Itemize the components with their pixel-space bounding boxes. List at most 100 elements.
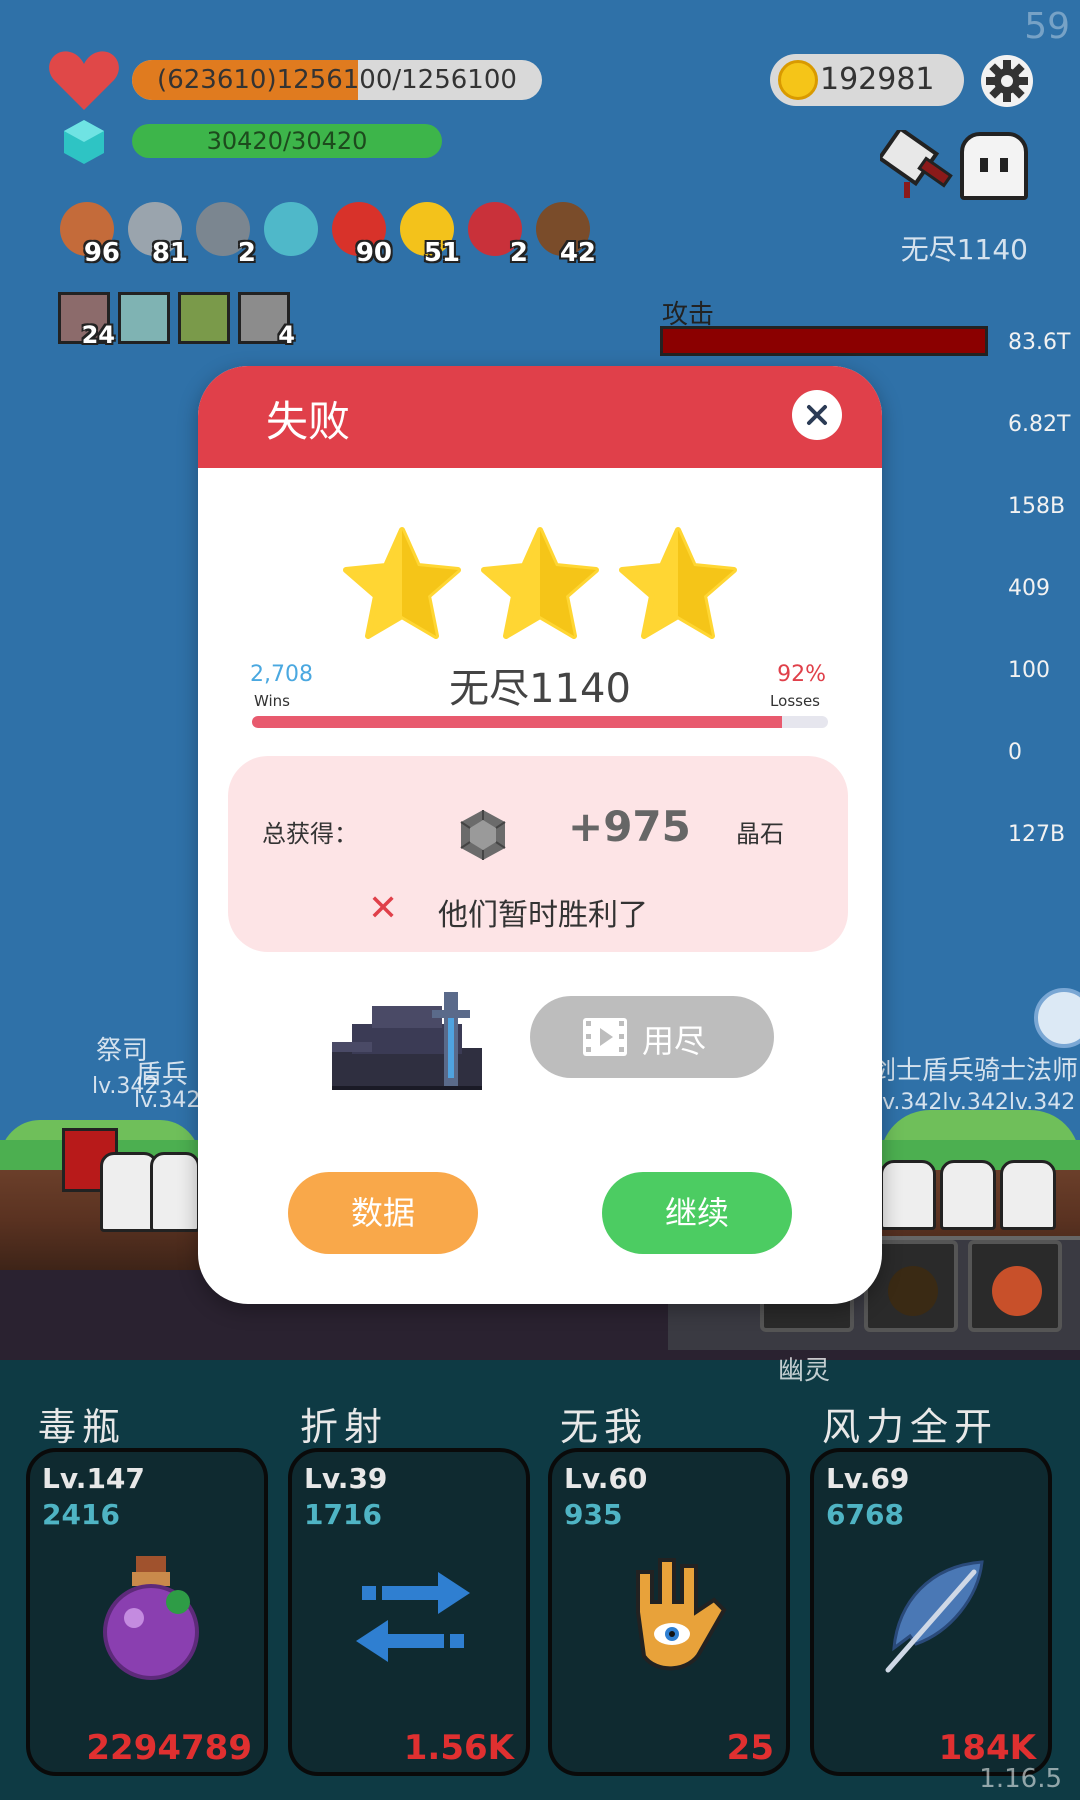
health-bar: (623610)1256100/1256100: [132, 60, 542, 100]
cleaver-icon[interactable]: [880, 130, 960, 202]
star-icon: [619, 527, 737, 639]
skill-card[interactable]: Lv.69 6768 184K: [810, 1448, 1052, 1776]
coin-icon: [778, 60, 818, 100]
enemy-unit-names: 剑士盾兵骑士法师: [870, 1056, 1079, 1086]
result-text: 他们暂时胜利了: [438, 898, 648, 933]
skill-card[interactable]: Lv.147 2416 2294789: [26, 1448, 268, 1776]
heart-icon: [49, 51, 119, 110]
skill-upgrade-cost: 184K: [938, 1728, 1036, 1768]
skill-name: 无我: [560, 1405, 649, 1449]
hamsa-hand-icon: [608, 1552, 738, 1682]
data-button[interactable]: 数据: [288, 1172, 478, 1254]
coin-counter: 192981: [770, 54, 964, 106]
reward-unit: 晶石: [736, 820, 784, 848]
close-icon: [807, 405, 827, 425]
close-button[interactable]: [792, 390, 842, 440]
item-count: 90: [355, 238, 392, 268]
skill-upgrade-cost: 1.56K: [403, 1728, 514, 1768]
skill-name: 风力全开: [822, 1405, 999, 1449]
total-label: 总获得：: [262, 820, 358, 848]
progress-track: [252, 716, 828, 728]
inventory-item[interactable]: 2: [464, 200, 528, 268]
skill-value: 6768: [826, 1498, 904, 1531]
dialog-header: 失败: [198, 366, 882, 468]
skill-value: 1716: [304, 1498, 382, 1531]
fallen-helmet-icon: [332, 992, 482, 1090]
magnifier-icon: [264, 202, 318, 256]
skill-level: Lv.147: [42, 1462, 145, 1495]
reward-value: +975: [568, 802, 691, 851]
item-count: 81: [151, 238, 188, 268]
enemy-unit: [940, 1160, 996, 1230]
video-icon: [583, 1018, 627, 1056]
coin-amount: 192981: [820, 62, 935, 97]
health-text: (623610)1256100/1256100: [157, 65, 517, 95]
watch-video-button[interactable]: 用尽: [530, 996, 774, 1078]
item-count: 51: [423, 238, 460, 268]
item-count: 2: [509, 238, 528, 268]
star-icon: [481, 527, 599, 639]
inventory-item[interactable]: 51: [396, 200, 460, 268]
skill-card[interactable]: Lv.60 935 25: [548, 1448, 790, 1776]
item-count: 96: [83, 238, 120, 268]
inventory-item[interactable]: [260, 200, 322, 264]
inventory-item[interactable]: 2: [192, 200, 256, 268]
ghost-label: 幽灵: [778, 1356, 831, 1386]
inventory-item[interactable]: 42: [532, 200, 596, 268]
item-count: 2: [237, 238, 256, 268]
blade2-buff-icon[interactable]: 4: [238, 292, 295, 349]
stat-value: 83.6T: [1008, 330, 1071, 355]
skill-value: 935: [564, 1498, 623, 1531]
video-button-label: 用尽: [642, 1022, 707, 1060]
star-icon: [343, 527, 461, 639]
mana-bar: 30420/30420: [132, 124, 442, 158]
reward-box: 总获得： +975 晶石 ✕ 他们暂时胜利了: [228, 756, 848, 952]
dialog-title: 失败: [266, 397, 351, 446]
enemy-unit: [880, 1160, 936, 1230]
inventory-item[interactable]: 96: [56, 200, 120, 268]
mana-gem-icon: [64, 120, 104, 164]
stat-value: 127B: [1008, 822, 1066, 847]
stat-value: 100: [1008, 658, 1050, 683]
star-rating: [198, 526, 882, 642]
continue-button[interactable]: 继续: [602, 1172, 792, 1254]
crystal-icon: [460, 810, 506, 860]
item-count: 42: [559, 238, 596, 268]
buff-list: 24 4: [58, 292, 295, 349]
stat-value: 158B: [1008, 494, 1066, 519]
buff-count: 24: [81, 321, 115, 349]
light-buff-icon[interactable]: [118, 292, 170, 344]
unit-level: lv.342: [134, 1088, 201, 1113]
inventory-item[interactable]: 90: [328, 200, 392, 268]
mana-text: 30420/30420: [206, 127, 368, 155]
skill-card[interactable]: Lv.39 1716 1.56K: [288, 1448, 530, 1776]
skill-level: Lv.60: [564, 1462, 648, 1495]
blade-buff-icon[interactable]: 24: [58, 292, 115, 349]
poison-bottle-icon: [86, 1552, 216, 1682]
settings-gear-icon[interactable]: [980, 54, 1034, 108]
skill-upgrade-cost: 25: [726, 1728, 774, 1768]
feather-icon: [870, 1552, 1000, 1682]
stat-value: 6.82T: [1008, 412, 1071, 437]
inventory-item[interactable]: 81: [124, 200, 188, 268]
ally-unit: [150, 1152, 200, 1232]
skill-name: 毒瓶: [38, 1405, 127, 1449]
skill-level: Lv.39: [304, 1462, 388, 1495]
attack-bar: [660, 326, 988, 356]
helmet-buff-icon[interactable]: [178, 292, 230, 344]
skill-name: 折射: [300, 1405, 389, 1449]
losses-label: Losses: [770, 692, 820, 710]
losses-percent: 92%: [777, 662, 826, 687]
buff-count: 4: [278, 321, 295, 349]
stat-value: 409: [1008, 576, 1050, 601]
fps-counter: 59: [1024, 6, 1070, 47]
potion-slot[interactable]: [968, 1240, 1062, 1332]
refract-arrows-icon: [348, 1552, 478, 1682]
skill-value: 2416: [42, 1498, 120, 1531]
ghost-icon[interactable]: [960, 132, 1028, 200]
progress-fill: [252, 716, 782, 728]
defeat-dialog: 失败 2,708 Wins 无尽1140 92% Losses 总获得： +97…: [198, 366, 882, 1304]
stat-value: 0: [1008, 740, 1022, 765]
version-label: 1.16.5: [979, 1764, 1062, 1794]
defeat-x-icon: ✕: [368, 888, 399, 929]
